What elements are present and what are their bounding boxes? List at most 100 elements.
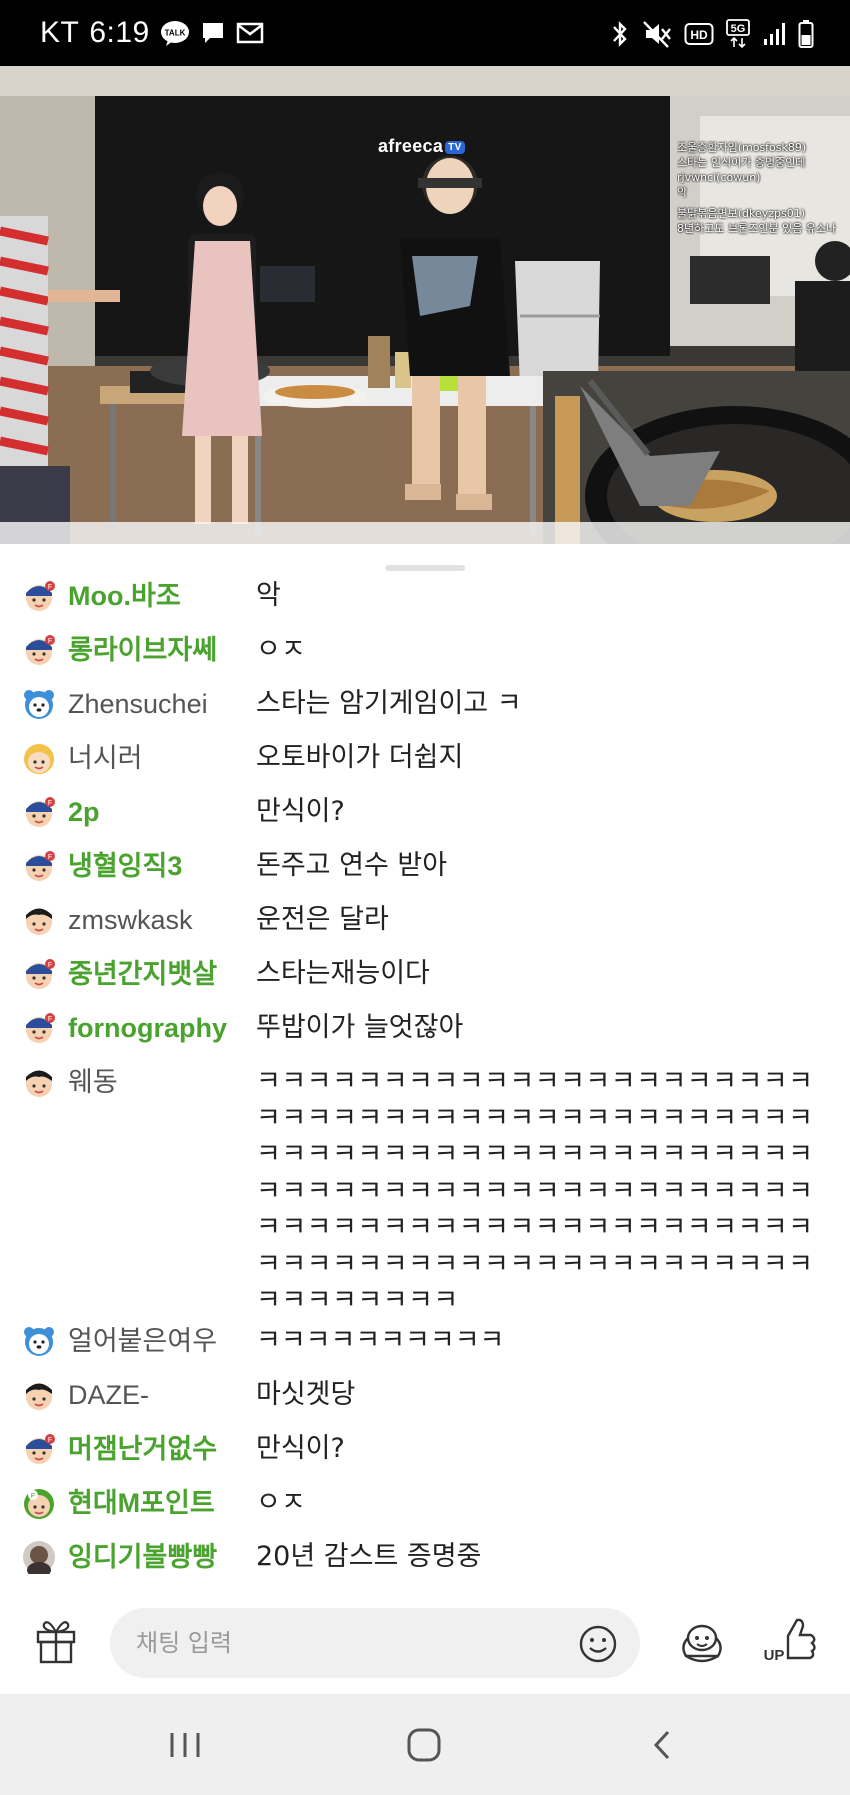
fan-avatar-icon: F [26,797,55,827]
chat-message-row[interactable]: DAZE- 마싯겟당 [0,1374,850,1428]
chat-input-field[interactable] [110,1608,640,1678]
message-icon [202,23,223,43]
chat-nickname[interactable]: 얼어붙은여우 [68,1320,256,1362]
svg-text:F: F [48,854,52,861]
chat-message: ㅇㅈ [256,634,306,665]
chat-message-row[interactable]: 얼어붙은여우 ㅋㅋㅋㅋㅋㅋㅋㅋㅋㅋ [0,1320,850,1374]
bear-avatar-icon [24,1326,54,1356]
svg-text:F: F [48,1437,52,1444]
chat-message-row[interactable]: F 냉혈잉직3 돈주고 연수 받아 [0,845,850,899]
status-left: KT 6:19 TALK [40,14,264,52]
chat-message-row[interactable]: 웨동 ㅋㅋㅋㅋㅋㅋㅋㅋㅋㅋㅋㅋㅋㅋㅋㅋㅋㅋㅋㅋㅋㅋㅋㅋㅋㅋㅋㅋㅋㅋㅋㅋㅋㅋㅋㅋㅋ… [0,1061,850,1320]
svg-text:F: F [48,638,52,645]
panel-drag-handle[interactable] [385,565,465,571]
svg-text:F: F [48,584,52,591]
svg-text:F: F [48,1016,52,1023]
chat-message: 오토바이가 더쉽지 [256,742,464,773]
status-right: HD 5G [610,16,814,52]
chat-message: ㅋㅋㅋㅋㅋㅋㅋㅋㅋㅋㅋㅋㅋㅋㅋㅋㅋㅋㅋㅋㅋㅋㅋㅋㅋㅋㅋㅋㅋㅋㅋㅋㅋㅋㅋㅋㅋㅋㅋㅋ… [256,1066,814,1316]
chat-message: ㅋㅋㅋㅋㅋㅋㅋㅋㅋㅋ [256,1324,505,1356]
fan-avatar-icon: F [26,1013,55,1043]
overlay-chat-line: 8년하고도 브론즈인분 있음 유소나 [677,222,837,235]
blonde-avatar-icon [24,744,54,774]
chat-message: 뚜밥이가 늘엇잖아 [256,1012,464,1043]
home-icon[interactable] [399,1720,449,1770]
chat-nickname[interactable]: DAZE- [68,1374,256,1416]
overlay-chat-line: 불닭볶음면보(dkeyzps01) [677,207,806,220]
fan-avatar-icon: F [26,851,55,881]
fan-avatar-icon: F [26,581,55,611]
status-bar: KT 6:19 TALK HD 5G [0,0,850,66]
svg-text:F: F [48,962,52,969]
battery-icon [798,20,814,48]
gift-icon[interactable] [34,1616,78,1664]
5g-icon: 5G [726,19,750,49]
chat-message: 만식이? [256,796,345,827]
chat-nickname[interactable]: 웨동 [68,1061,256,1103]
kakaotalk-icon: TALK [160,21,189,46]
signal-icon [764,23,785,45]
emoji-icon[interactable] [578,1624,618,1664]
chat-nickname[interactable]: zmswkask [68,899,256,941]
chat-message-row[interactable]: 잉디기볼빵빵 20년 감스트 증명중 [0,1536,850,1590]
star-balloon-icon[interactable] [676,1616,728,1668]
default-avatar-icon [26,908,52,935]
chat-message-row[interactable]: Zhensuchei 스타는 암기게임이고 ㅋ [0,683,850,737]
bear-avatar-icon [24,690,54,719]
chat-nickname[interactable]: 2p [68,791,256,833]
chat-nickname[interactable]: 중년간지뱃살 [68,953,256,995]
chat-message: 악 [256,580,281,611]
chat-message-row[interactable]: 너시러 오토바이가 더쉽지 [0,737,850,791]
photo-avatar-icon [23,1540,55,1574]
up-label: UP [764,1647,785,1664]
clock: 6:19 [89,16,150,49]
recent-apps-icon[interactable] [160,1720,210,1770]
fan-avatar-icon: F [26,959,55,989]
fan-avatar-icon: F [26,1433,55,1464]
stream-video[interactable]: afreeca TV 조울증환자임(mosfosk89) 스타는 인식이가 증명중… [0,66,850,544]
chat-message: 스타는재능이다 [256,958,430,989]
chat-nickname[interactable]: 너시러 [68,737,256,779]
chat-nickname[interactable]: Moo.바조 [68,575,256,617]
chat-message: 돈주고 연수 받아 [256,850,448,881]
overlay-chat-line: rjvwnci(cowun) [677,171,761,184]
chat-message: 운전은 달라 [256,904,389,935]
chat-nickname[interactable]: fornography [68,1007,256,1049]
chat-message-row[interactable]: F 현대M포인트 ㅇㅈ [0,1482,850,1536]
mute-icon [643,21,671,48]
chat-message-row[interactable]: F 2p 만식이? [0,791,850,845]
overlay-chat-line: 악 [677,186,688,199]
chat-nickname[interactable]: Zhensuchei [68,683,256,725]
chat-message: 20년 감스트 증명중 [256,1540,482,1572]
chat-nickname[interactable]: 롱라이브자쎄 [68,629,256,671]
chat-nickname[interactable]: 머잼난거없수 [68,1428,256,1470]
svg-text:F: F [31,1493,35,1500]
back-icon[interactable] [638,1720,688,1770]
afreecatv-logo: afreeca TV [378,136,465,157]
carrier-label: KT [40,16,80,49]
overlay-chat-line: 스타는 인식이가 증명중인데 [677,156,806,169]
chat-message-row[interactable]: F 롱라이브자쎄 ㅇㅈ [0,629,850,683]
hd-icon: HD [684,23,714,45]
chat-message: ㅇㅈ [256,1486,306,1518]
chat-nickname[interactable]: 잉디기볼빵빵 [68,1536,256,1578]
fan-avatar-icon: F [26,635,55,665]
brand-tv-badge: TV [445,140,465,154]
stream-overlay-chat: 조울증환자임(mosfosk89) 스타는 인식이가 증명중인데 rjvwnci… [677,140,849,236]
chat-input-bar: UP [0,1594,850,1690]
chat-nickname[interactable]: 냉혈잉직3 [68,845,256,887]
default-avatar-icon [26,1383,52,1410]
chat-message: 스타는 암기게임이고 ㅋ [256,688,522,719]
chat-message-row[interactable]: F 중년간지뱃살 스타는재능이다 [0,953,850,1007]
hd-badge: HD [690,28,708,42]
android-nav-bar [0,1694,850,1795]
chat-nickname[interactable]: 현대M포인트 [68,1482,256,1524]
chat-message-row[interactable]: F Moo.바조 악 [0,575,850,629]
overlay-chat-line: 조울증환자임(mosfosk89) [677,141,807,154]
chat-list[interactable]: F Moo.바조 악 F 롱라이브자쎄 ㅇㅈ Zhensuchei 스타는 암기… [0,575,850,1590]
talk-badge: TALK [164,29,185,38]
up-thumb-icon[interactable]: UP [762,1614,818,1670]
chat-message-row[interactable]: F fornography 뚜밥이가 늘엇잖아 [0,1007,850,1061]
chat-message-row[interactable]: F 머잼난거없수 만식이? [0,1428,850,1482]
chat-message-row[interactable]: zmswkask 운전은 달라 [0,899,850,953]
